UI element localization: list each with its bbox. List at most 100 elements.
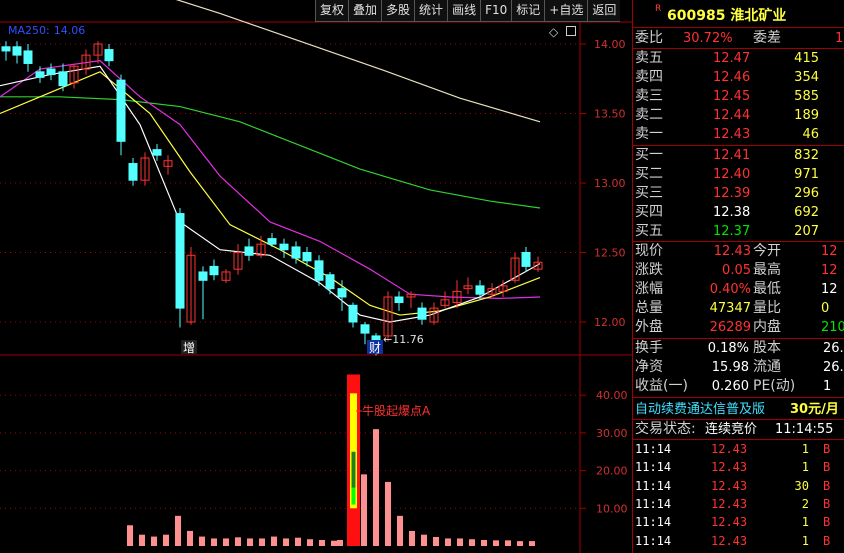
order-volume: 296 (794, 186, 819, 201)
price-tick-label: 13.00 (594, 177, 626, 190)
chart-canvas[interactable]: 16.0015.5015.0014.5014.0013.5013.0012.50… (0, 0, 632, 553)
stat-value: 210 (821, 320, 844, 335)
volume-bar (481, 539, 487, 546)
price-tick-label: 13.50 (594, 108, 626, 121)
down-candle (279, 243, 289, 251)
restore-rights-button[interactable]: 复权 (315, 0, 349, 22)
divider (633, 397, 844, 398)
tick-volume: 1 (801, 460, 809, 475)
volume-bar (319, 539, 325, 546)
weicha-value: 14 (835, 31, 844, 46)
finance-value: 15.98 (711, 360, 749, 375)
finance-label: 换手 (635, 340, 663, 356)
order-price: 12.40 (713, 167, 751, 182)
down-candle (152, 149, 162, 156)
volume-bar (397, 515, 403, 546)
down-candle (35, 71, 45, 78)
ma250-label: MA250: 14.06 (4, 24, 85, 37)
finance-value: 26.9 (823, 341, 844, 356)
order-volume: 415 (794, 51, 819, 66)
tick-price: 12.43 (711, 496, 748, 511)
tick-volume: 1 (801, 515, 809, 530)
signal-label: 牛股起爆点A (362, 403, 431, 418)
down-candle (475, 285, 485, 295)
volume-bar (529, 541, 535, 546)
volume-bar (295, 537, 301, 546)
f10-button[interactable]: F10 (480, 0, 512, 22)
volume-bar (385, 481, 391, 546)
down-candle (521, 252, 531, 267)
order-label: 卖二 (635, 107, 663, 123)
stat-label: 最低 (753, 281, 781, 297)
tick-time: 11:14 (635, 460, 672, 475)
down-candle (267, 238, 277, 245)
zeng-marker: 增 (183, 341, 195, 355)
tick-time: 11:14 (635, 442, 672, 456)
stat-row: 外盘 26289 内盘 210 (633, 318, 844, 337)
promo-text: 自动续费通达信普及版 (635, 402, 766, 417)
volume-tick-label: 20.00 (596, 465, 628, 478)
window-toggle-icon[interactable] (566, 26, 576, 36)
low-price-label: ←11.76 (383, 333, 424, 346)
down-candle (46, 68, 56, 76)
stat-row: 涨幅 0.40% 最低 12 (633, 280, 844, 299)
order-label: 卖四 (635, 69, 663, 85)
stat-label: 最高 (753, 262, 781, 278)
stat-value: 12.43 (713, 244, 751, 259)
stat-value: 0 (821, 301, 830, 316)
volume-bar (409, 530, 415, 546)
stat-value: 0.40% (709, 282, 751, 297)
draw-line-button[interactable]: 画线 (447, 0, 481, 22)
stat-value: 12 (821, 282, 838, 297)
promo-price: 30元/月 (790, 402, 839, 417)
stat-label: 外盘 (635, 319, 663, 335)
down-candle (337, 288, 347, 298)
down-candle (12, 46, 22, 56)
stat-row: 总量 47347 量比 0 (633, 299, 844, 318)
volume-bar (331, 540, 337, 546)
order-label: 买五 (635, 223, 663, 239)
order-price: 12.41 (713, 148, 751, 163)
tick-price: 12.43 (711, 478, 748, 493)
order-price: 12.45 (713, 89, 751, 104)
down-candle (58, 71, 68, 87)
back-button[interactable]: 返回 (587, 0, 621, 22)
sell-order-row: 卖四 12.46 354 (633, 68, 844, 87)
order-label: 卖一 (635, 126, 663, 142)
finance-value: 0.260 (711, 379, 749, 394)
finance-row: 收益(一) 0.260 PE(动) 1 (633, 377, 844, 396)
down-candle (209, 265, 219, 276)
diamond-icon[interactable]: ◇ (549, 25, 558, 39)
ma250-value: 14.06 (53, 24, 86, 37)
volume-tick-label: 10.00 (596, 502, 628, 515)
order-volume: 585 (794, 89, 819, 104)
tick-row: 11:14 12.43 2 B (633, 495, 844, 514)
order-label: 买四 (635, 204, 663, 220)
tick-price: 12.43 (711, 533, 748, 548)
volume-bar (163, 534, 169, 546)
volume-bar (445, 538, 451, 546)
add-watchlist-button[interactable]: +自选 (544, 0, 588, 22)
multi-stock-button[interactable]: 多股 (381, 0, 415, 22)
tick-volume: 1 (801, 533, 809, 548)
kline-chart[interactable]: 16.0015.5015.0014.5014.0013.5013.0012.50… (0, 0, 632, 553)
down-candle (417, 307, 427, 320)
ma10-line (0, 71, 541, 316)
stock-header[interactable]: R 600985 淮北矿业 (633, 0, 844, 28)
statistics-button[interactable]: 统计 (414, 0, 448, 22)
down-candle (360, 324, 370, 334)
volume-bar (175, 515, 181, 546)
tick-row: 11:14 12.43 1 B (633, 458, 844, 477)
mark-button[interactable]: 标记 (511, 0, 545, 22)
volume-bar (517, 541, 523, 546)
stat-label: 总量 (635, 300, 663, 316)
weibi-label: 委比 (635, 30, 663, 46)
stat-label: 量比 (753, 300, 781, 316)
overlay-button[interactable]: 叠加 (348, 0, 382, 22)
promo-banner[interactable]: 自动续费通达信普及版 30元/月 (633, 400, 844, 419)
down-candle (244, 246, 254, 256)
order-label: 卖五 (635, 50, 663, 66)
order-price: 12.39 (713, 186, 751, 201)
order-volume: 189 (794, 108, 819, 123)
tick-row: 11:14 12.43 1 B (633, 440, 844, 459)
